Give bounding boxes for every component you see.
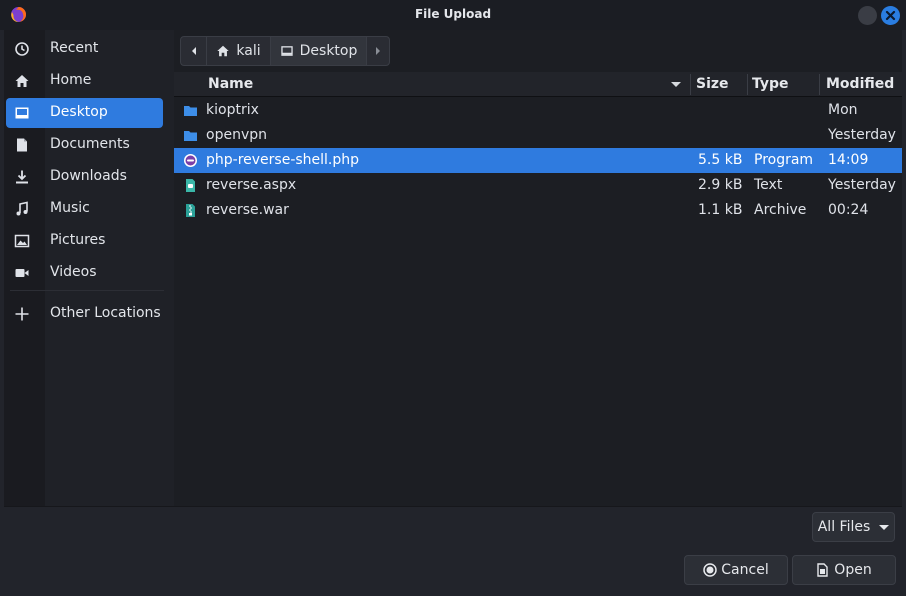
chevron-down-icon (879, 524, 890, 530)
file-type: Text (754, 177, 783, 193)
column-header-size[interactable]: Size (696, 76, 729, 92)
open-button[interactable]: Open (792, 555, 896, 585)
close-button[interactable] (881, 6, 900, 25)
sidebar-item-downloads[interactable]: Downloads (6, 162, 163, 192)
cancel-button[interactable]: Cancel (684, 555, 788, 585)
sidebar-item-label: Desktop (50, 104, 108, 120)
column-divider[interactable] (819, 74, 820, 95)
archive-file-icon (186, 204, 195, 217)
path-segment-home[interactable]: kali (207, 37, 271, 65)
file-size: 2.9 kB (698, 177, 743, 193)
close-icon (885, 10, 896, 21)
home-icon (15, 75, 29, 87)
path-bar: kali Desktop (180, 36, 390, 66)
sidebar-item-desktop[interactable]: Desktop (6, 98, 163, 128)
sidebar-item-pictures[interactable]: Pictures (6, 226, 163, 256)
filter-label: All Files (817, 519, 871, 535)
document-icon (17, 138, 27, 152)
sidebar-item-label: Videos (50, 264, 97, 280)
file-name: reverse.aspx (206, 177, 297, 193)
cancel-button-label: Cancel (721, 562, 769, 578)
text-file-icon (186, 179, 195, 192)
path-segment-label: kali (236, 43, 261, 59)
path-segment-label: Desktop (299, 43, 358, 59)
sort-descending-icon (671, 82, 681, 87)
column-divider[interactable] (690, 74, 691, 95)
title-bar: File Upload (0, 0, 906, 30)
file-name: openvpn (206, 127, 267, 143)
chevron-left-icon (191, 47, 196, 55)
file-modified: Yesterday (828, 127, 896, 143)
sidebar-item-label: Pictures (50, 232, 106, 248)
file-modified: 00:24 (828, 202, 869, 218)
file-row-reverse-aspx[interactable]: reverse.aspx 2.9 kB Text Yesterday (174, 173, 902, 198)
sidebar-item-label: Downloads (50, 168, 127, 184)
window-title: File Upload (414, 7, 492, 21)
sidebar-divider (10, 290, 164, 291)
file-size: 1.1 kB (698, 202, 743, 218)
sidebar-item-documents[interactable]: Documents (6, 130, 163, 160)
file-row-openvpn[interactable]: openvpn Yesterday (174, 123, 902, 148)
sidebar-item-home[interactable]: Home (6, 66, 163, 96)
php-file-icon (184, 154, 197, 167)
sidebar-item-videos[interactable]: Videos (6, 258, 163, 288)
sidebar-item-label: Other Locations (50, 305, 161, 321)
minimize-button[interactable] (858, 6, 877, 25)
path-back-button[interactable] (181, 37, 207, 65)
file-type: Program (754, 152, 814, 168)
column-header-type[interactable]: Type (752, 76, 789, 92)
desktop-icon (280, 46, 293, 56)
file-row-kioptrix[interactable]: kioptrix Mon (174, 98, 902, 123)
file-modified: 14:09 (828, 152, 869, 168)
file-list: kioptrix Mon openvpn Yesterday php-rever… (174, 98, 902, 223)
music-icon (16, 201, 28, 216)
desktop-icon (15, 107, 29, 119)
file-type: Archive (754, 202, 807, 218)
folder-icon (184, 106, 197, 116)
file-modified: Mon (828, 102, 858, 118)
file-row-reverse-war[interactable]: reverse.war 1.1 kB Archive 00:24 (174, 198, 902, 223)
sidebar-item-label: Home (50, 72, 92, 88)
column-header-row: Name Size Type Modified (174, 72, 902, 97)
video-icon (15, 269, 29, 277)
file-modified: Yesterday (828, 177, 896, 193)
download-icon (16, 170, 28, 184)
sidebar-item-recent[interactable]: Recent (6, 34, 163, 64)
file-type-filter-dropdown[interactable]: All Files (812, 512, 895, 542)
clock-icon (15, 42, 29, 56)
file-name: php-reverse-shell.php (206, 152, 360, 168)
column-header-modified[interactable]: Modified (826, 76, 894, 92)
file-name: reverse.war (206, 202, 289, 218)
sidebar-item-music[interactable]: Music (6, 194, 163, 224)
path-segment-desktop[interactable]: Desktop (271, 37, 367, 65)
open-button-label: Open (834, 562, 872, 578)
cancel-icon (703, 563, 718, 577)
column-header-name[interactable]: Name (208, 76, 253, 92)
sidebar-item-other-locations[interactable]: Other Locations (6, 299, 163, 329)
picture-icon (14, 234, 30, 248)
file-row-php-reverse-shell[interactable]: php-reverse-shell.php 5.5 kB Program 14:… (174, 148, 902, 173)
file-name: kioptrix (206, 102, 259, 118)
column-divider[interactable] (747, 74, 748, 95)
home-icon (217, 45, 230, 57)
open-file-icon (817, 563, 828, 577)
path-forward-button[interactable] (367, 37, 389, 65)
file-size: 5.5 kB (698, 152, 743, 168)
sidebar-item-label: Documents (50, 136, 130, 152)
folder-icon (184, 131, 197, 141)
chevron-right-icon (376, 47, 380, 55)
sidebar-item-label: Recent (50, 40, 99, 56)
sidebar-item-label: Music (50, 200, 90, 216)
plus-icon (15, 307, 29, 321)
